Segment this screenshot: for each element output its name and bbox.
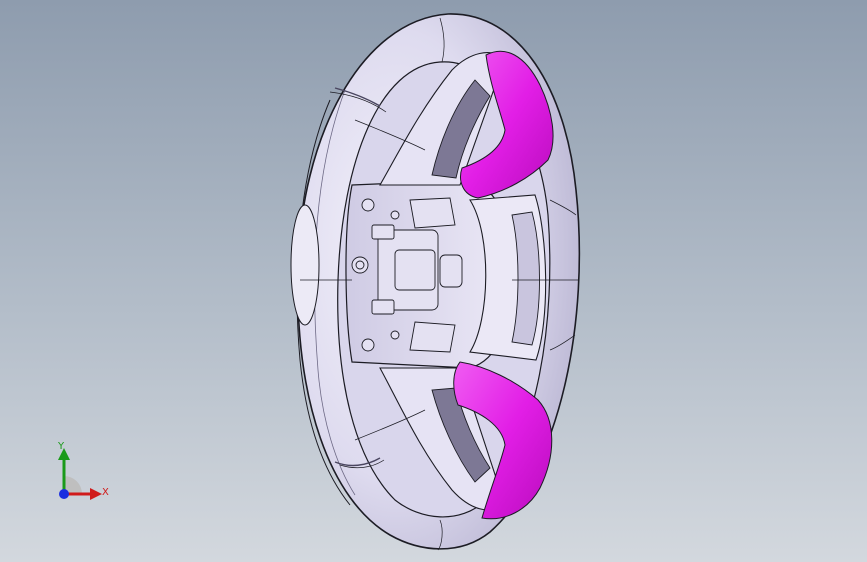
graphics-viewport[interactable]: Y X — [0, 0, 867, 562]
z-axis-dot — [59, 489, 69, 499]
reference-triad[interactable]: Y X — [40, 438, 130, 518]
steering-wheel-model[interactable] — [0, 0, 867, 562]
x-axis-arrow — [90, 488, 102, 500]
y-axis-label: Y — [58, 441, 65, 452]
triad-graphic — [58, 448, 102, 500]
x-axis-label: X — [102, 487, 109, 498]
hub-boss — [290, 204, 320, 326]
